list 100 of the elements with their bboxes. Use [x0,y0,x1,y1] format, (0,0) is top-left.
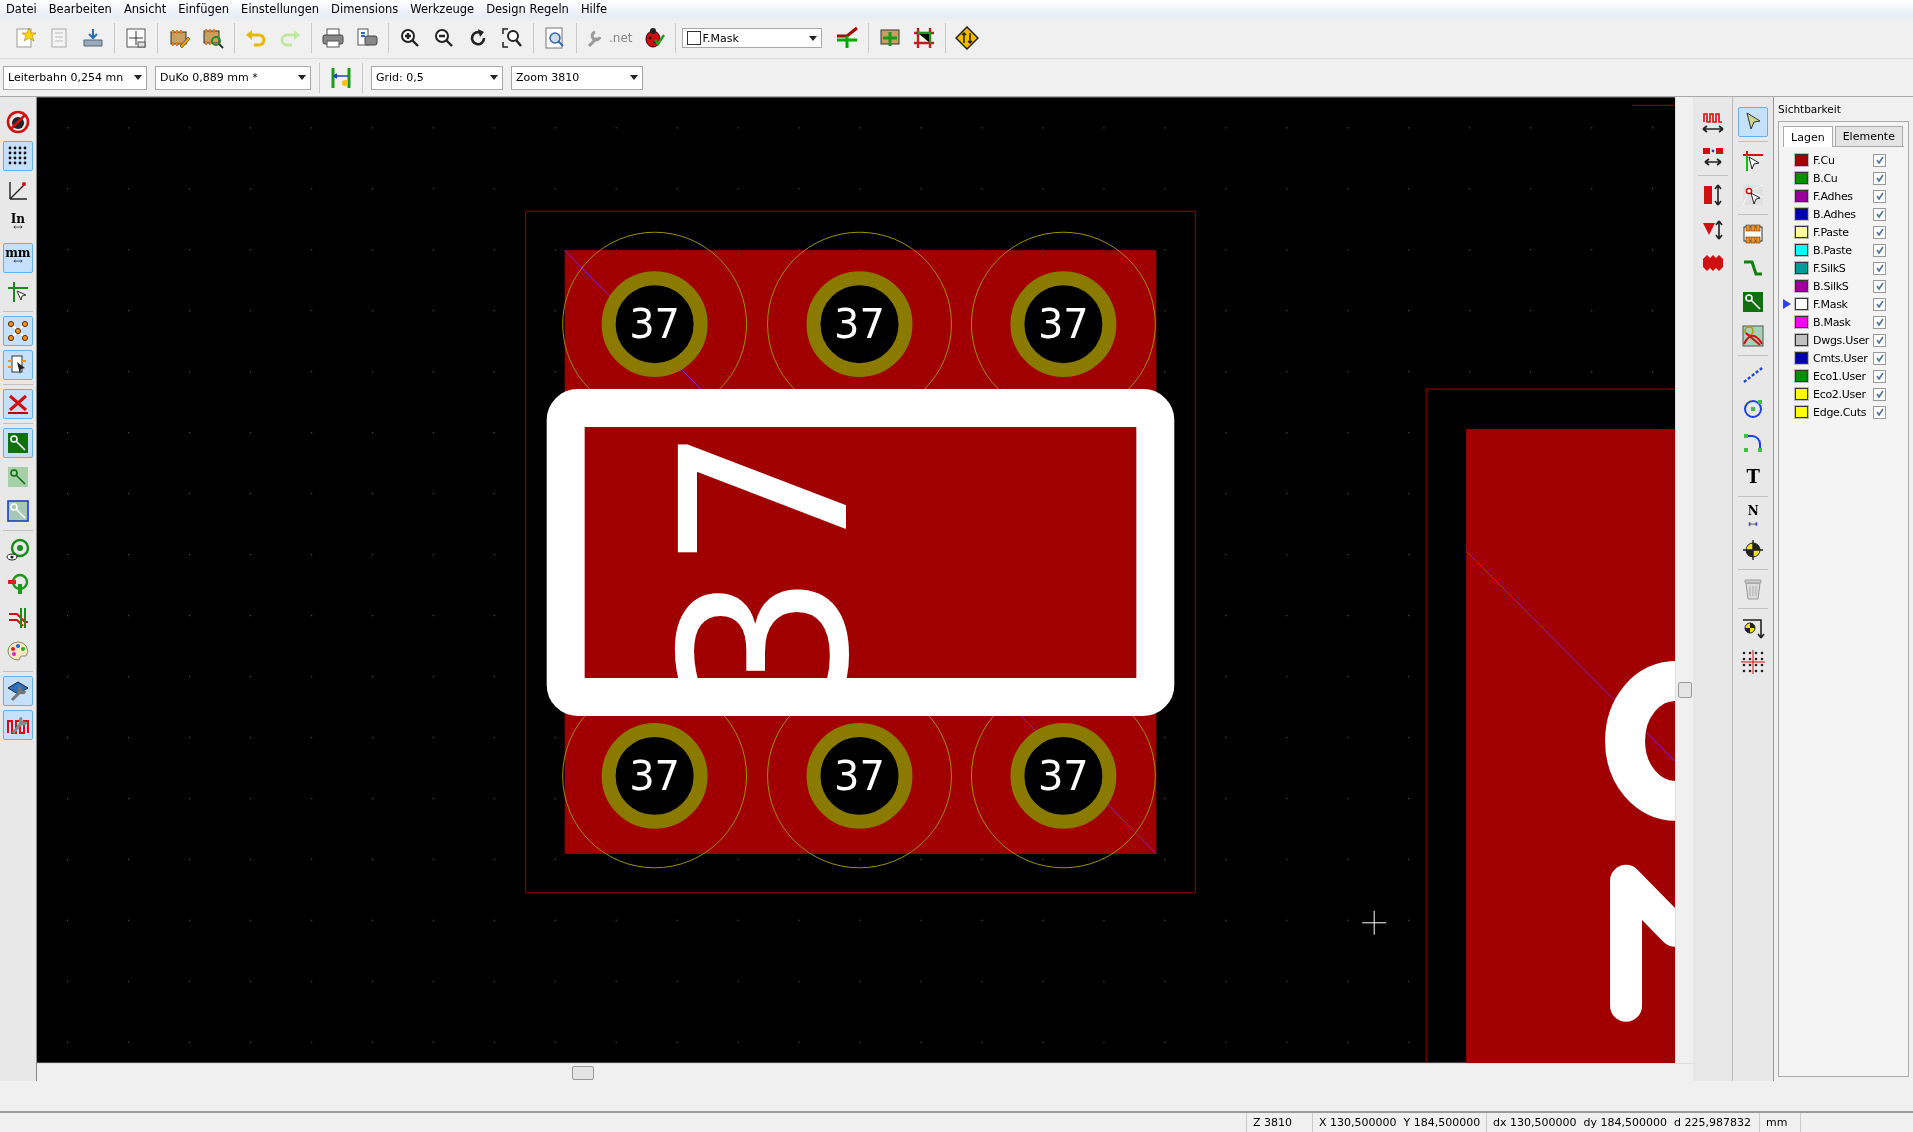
layer-color-swatch[interactable] [1795,262,1809,274]
status-field: Z 3810 [1247,1113,1313,1132]
crossed-bug-icon [5,110,30,134]
text-tool-button[interactable]: T [1738,462,1769,492]
menu-item[interactable]: Einstellungen [235,2,326,16]
layer-name[interactable]: F.Mask [1813,297,1872,311]
status-field: mm [1760,1113,1801,1132]
value-dropdown[interactable]: Zoom 3810 [511,65,643,90]
ratsnest-button[interactable] [2,316,33,346]
pointer-chip-button[interactable] [2,350,33,380]
layer-checkbox[interactable] [1873,387,1887,401]
layer-color-swatch[interactable] [1795,334,1809,346]
menu-item[interactable]: Design Regeln [480,2,575,16]
menu-item[interactable]: Hilfe [574,2,614,16]
caret-icon [808,35,817,41]
layer-color-swatch[interactable] [1795,172,1809,184]
layer-color-swatch[interactable] [1795,298,1809,310]
layer-checkbox[interactable] [1873,153,1887,167]
crosshair-cursor [1361,910,1387,936]
layer-checkbox[interactable] [1873,243,1887,257]
layer-name[interactable]: Eco2.User [1813,387,1872,401]
layer-checkbox[interactable] [1873,333,1887,347]
value-dropdown[interactable]: Grid: 0,5 [371,65,503,90]
page-frame-icon [124,26,148,50]
layer-color-swatch[interactable] [1795,190,1809,202]
ratsnest-icon [5,319,30,343]
pointer-button[interactable] [1738,107,1769,137]
menu-item[interactable]: Einfügen [172,2,236,16]
layer-name[interactable]: Edge.Cuts [1813,405,1872,419]
layer-name[interactable]: B.Adhes [1813,207,1872,221]
layer-name[interactable]: B.SilkS [1813,279,1872,293]
layers-wrench-button[interactable] [2,676,33,706]
layer-color-swatch[interactable] [1795,370,1809,382]
layer-checkbox[interactable] [1873,279,1887,293]
value-dropdown[interactable]: Leiterbahn 0,254 mn [3,65,147,90]
layer-name[interactable]: F.Cu [1813,153,1872,167]
layer-name[interactable]: B.Paste [1813,243,1872,257]
pad-number: 37 [833,301,885,348]
layer-color-swatch[interactable] [1795,352,1809,364]
layer-color-swatch[interactable] [1795,208,1809,220]
caret-icon [134,75,142,80]
dimension-button[interactable]: N [1738,501,1769,531]
pad-number: 37 [1037,301,1089,348]
layer-name[interactable]: Cmts.User [1813,351,1872,365]
wave-arrow-icon [1700,110,1725,134]
layer-checkbox[interactable] [1873,315,1887,329]
layer-color-swatch[interactable] [1795,244,1809,256]
layer-name[interactable]: B.Cu [1813,171,1872,185]
pad-number: 37 [833,752,885,799]
pad-number: 37 [1037,752,1089,799]
target-eye-icon [5,538,30,562]
layer-name[interactable]: F.Adhes [1813,189,1872,203]
warning-diamond-icon [954,26,979,50]
wave-wrench-button[interactable] [2,710,33,740]
track-width-icon [329,65,353,90]
layer-color-swatch[interactable] [1795,406,1809,418]
horizontal-scrollbar[interactable] [36,1063,1693,1081]
panel-tab[interactable]: Elemente [1834,126,1903,146]
zone-filled-button[interactable] [2,428,33,458]
origin-icon [1741,616,1766,640]
layers-wrench-icon [5,679,30,703]
panel-tab[interactable]: Lagen [1783,126,1833,147]
menu-item[interactable]: Dimensions [325,2,405,16]
layer-checkbox[interactable] [1873,351,1887,365]
layer-name[interactable]: B.Mask [1813,315,1872,329]
local-ratsnest-icon [1741,183,1766,207]
layer-name[interactable]: F.Paste [1813,225,1872,239]
layer-color-swatch[interactable] [1795,226,1809,238]
menu-item[interactable]: Datei [0,2,43,16]
layer-checkbox[interactable] [1873,225,1887,239]
layer-color-swatch[interactable] [1795,280,1809,292]
layer-checkbox[interactable] [1873,297,1887,311]
layer-name[interactable]: Dwgs.User [1813,333,1872,347]
layer-checkbox[interactable] [1873,207,1887,221]
layer-name[interactable]: F.SilkS [1813,261,1872,275]
menu-item[interactable]: Ansicht [117,2,173,16]
layer-checkbox[interactable] [1873,369,1887,383]
target-icon [1741,538,1766,562]
layer-color-swatch[interactable] [1795,154,1809,166]
crosshair-cursor-icon [5,280,30,304]
units-button[interactable]: mm [2,243,33,273]
layer-dropdown[interactable]: F.Mask [681,28,822,48]
panel-title: Sichtbarkeit [1778,102,1842,117]
layer-checkbox[interactable] [1873,261,1887,275]
chip-magnifier-icon [201,26,225,50]
new-page-icon [13,26,37,50]
caret-icon [298,75,306,80]
layer-checkbox[interactable] [1873,405,1887,419]
menu-item[interactable]: Werkzeuge [404,2,481,16]
layer-color-swatch[interactable] [1795,388,1809,400]
layer-name[interactable]: Eco1.User [1813,369,1872,383]
grid-dots-button[interactable] [2,141,33,171]
layer-checkbox[interactable] [1873,189,1887,203]
menu-item[interactable]: Bearbeiten [42,2,118,16]
zone-faded-icon [5,465,30,489]
units-button[interactable]: In [2,209,33,239]
layer-color-swatch[interactable] [1795,316,1809,328]
cross-track-button[interactable] [2,389,33,419]
value-dropdown[interactable]: DuKo 0,889 mm * [155,65,311,90]
layer-checkbox[interactable] [1873,171,1887,185]
